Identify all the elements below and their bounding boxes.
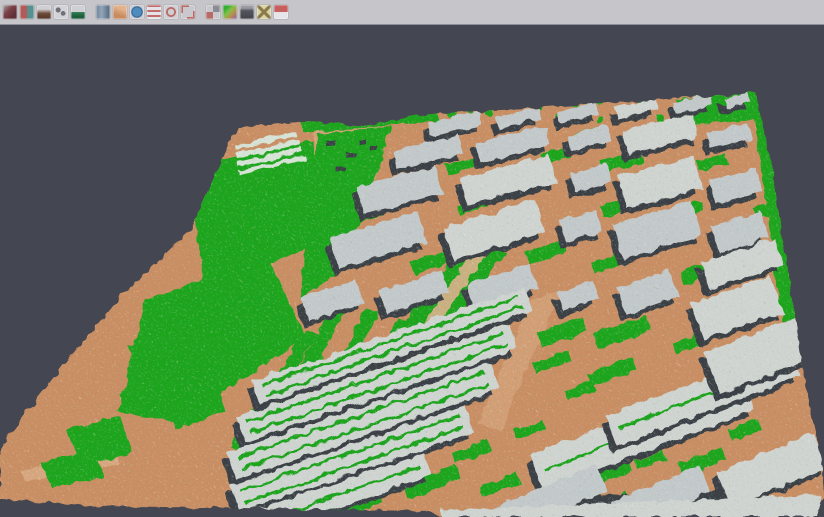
primitive-icon[interactable] [96,5,110,19]
flag-icon[interactable] [274,5,288,19]
application-window [0,0,824,517]
3d-viewport[interactable] [0,26,824,517]
toolbar [0,0,824,25]
clipping-box-icon[interactable] [113,5,127,19]
cross-delete-icon[interactable] [257,5,271,19]
terrain-icon[interactable] [37,5,51,19]
mesh-icon[interactable] [71,5,85,19]
crop-icon[interactable] [181,5,195,19]
save-icon[interactable] [20,5,34,19]
classification-icon[interactable] [223,5,237,19]
scalar-fields-icon[interactable] [147,5,161,19]
globe-icon[interactable] [130,5,144,19]
open-file-icon[interactable] [3,5,17,19]
camera-icon[interactable] [240,5,254,19]
point-picking-icon[interactable] [54,5,68,19]
raster-icon[interactable] [206,5,220,19]
sphere-tool-icon[interactable] [164,5,178,19]
point-cloud-scene[interactable] [0,26,824,517]
